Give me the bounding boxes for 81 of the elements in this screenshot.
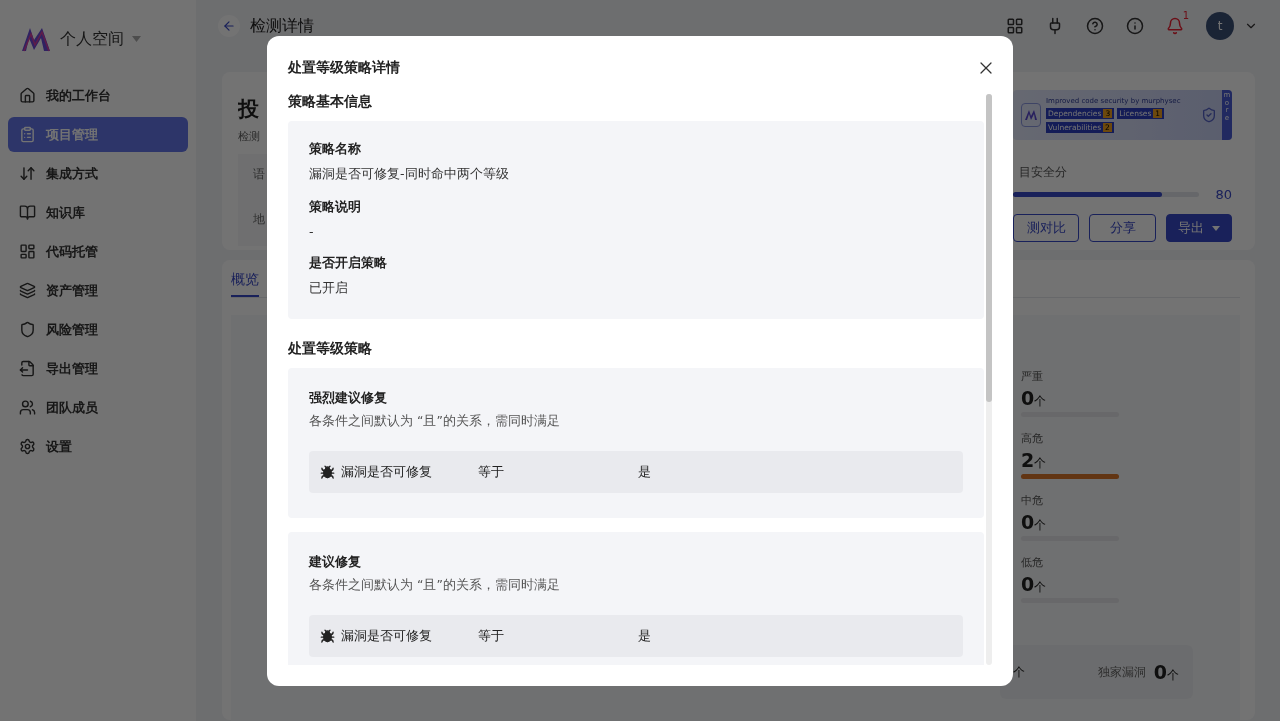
caret-icon: [1211, 225, 1220, 231]
section-title: 策略基本信息: [288, 93, 373, 111]
settings-icon: [19, 438, 36, 455]
shield-icon: [1201, 107, 1217, 123]
users-icon: [19, 399, 36, 416]
severity-count: 0: [1021, 387, 1035, 409]
sidebar-item[interactable]: 资产管理: [8, 273, 188, 308]
field-value: -: [309, 224, 315, 239]
field-label: 策略名称: [309, 141, 362, 158]
condition-operator: 等于: [478, 463, 505, 481]
severity-count: 0: [1021, 511, 1035, 533]
home-icon: [19, 87, 36, 104]
sidebar-item[interactable]: 导出管理: [8, 351, 188, 386]
condition-value: 是: [638, 463, 651, 481]
level-note: 各条件之间默认为 “且”的关系，需同时满足: [309, 577, 561, 594]
project-title: 投: [238, 96, 260, 123]
severity-label: 严重: [1021, 369, 1044, 384]
severity-label: 高危: [1021, 431, 1044, 446]
level-note: 各条件之间默认为 “且”的关系，需同时满足: [309, 413, 561, 430]
sidebar-item[interactable]: 设置: [8, 429, 188, 464]
sidebar-item[interactable]: 团队成员: [8, 390, 188, 425]
help-icon[interactable]: [1086, 17, 1104, 35]
notification-count: 1: [1182, 10, 1189, 21]
sidebar-item[interactable]: 我的工作台: [8, 78, 188, 113]
bug-icon: [320, 464, 335, 480]
info-icon[interactable]: [1126, 17, 1144, 35]
sidebar-item[interactable]: 集成方式: [8, 156, 188, 191]
layers-icon: [19, 282, 36, 299]
level-name: 强烈建议修复: [309, 390, 388, 407]
severity-label: 低危: [1021, 555, 1044, 570]
condition-field: 漏洞是否可修复: [341, 463, 478, 481]
arrow-left-icon: [222, 19, 236, 33]
condition-value: 是: [638, 627, 651, 645]
sidebar-item[interactable]: 知识库: [8, 195, 188, 230]
unit-label: 个: [1034, 580, 1047, 596]
field-label: 地: [253, 211, 266, 228]
severity-label: 中危: [1021, 493, 1044, 508]
condition-field: 漏洞是否可修复: [341, 627, 478, 645]
workspace-switcher[interactable]: 个人空间: [60, 28, 124, 50]
score-label: 目安全分: [1019, 164, 1068, 181]
bug-icon: [320, 628, 335, 644]
tab[interactable]: 概览: [231, 271, 259, 297]
notification-bell-icon[interactable]: [1166, 17, 1184, 35]
shield-icon: [19, 321, 36, 338]
page-title: 检测详情: [250, 15, 314, 37]
field-label: 是否开启策略: [309, 255, 388, 272]
field-value: 已开启: [309, 280, 349, 297]
user-avatar[interactable]: t: [1206, 12, 1234, 40]
sidebar-item[interactable]: 风险管理: [8, 312, 188, 347]
book-icon: [19, 204, 36, 221]
unit-label: 个: [1034, 518, 1047, 534]
severity-count: 0: [1021, 573, 1035, 595]
file-export-icon: [19, 360, 36, 377]
field-label: 策略说明: [309, 199, 362, 216]
unit-label: 个: [1013, 663, 1025, 681]
clipboard-icon: [19, 126, 36, 143]
dialog-title: 处置等级策略详情: [288, 59, 400, 77]
back-button[interactable]: [218, 15, 240, 37]
arrows-icon: [19, 165, 36, 182]
unit-label: 个: [1034, 394, 1047, 410]
layout-icon: [19, 243, 36, 260]
unit-label: 个: [1167, 667, 1179, 684]
scrollbar[interactable]: [986, 94, 992, 665]
severity-count: 2: [1021, 449, 1035, 471]
sidebar-item[interactable]: 项目管理: [8, 117, 188, 152]
score-value: 80: [1215, 187, 1232, 202]
action-button[interactable]: 测对比: [1013, 214, 1080, 242]
section-title: 处置等级策略: [288, 340, 373, 358]
export-button[interactable]: 导出: [1165, 214, 1232, 242]
action-button[interactable]: 分享: [1089, 214, 1156, 242]
stat-count: 0: [1153, 660, 1167, 683]
condition-operator: 等于: [478, 627, 505, 645]
unit-label: 个: [1034, 456, 1047, 472]
logo-icon: [1025, 110, 1037, 120]
logo-icon: [20, 26, 52, 52]
field-value: 漏洞是否可修复-同时命中两个等级: [309, 166, 510, 183]
apps-grid-icon[interactable]: [1006, 17, 1024, 35]
sidebar-item[interactable]: 代码托管: [8, 234, 188, 269]
level-name: 建议修复: [309, 554, 362, 571]
field-label: 语: [253, 166, 266, 183]
scan-meta: 检测: [238, 129, 261, 144]
